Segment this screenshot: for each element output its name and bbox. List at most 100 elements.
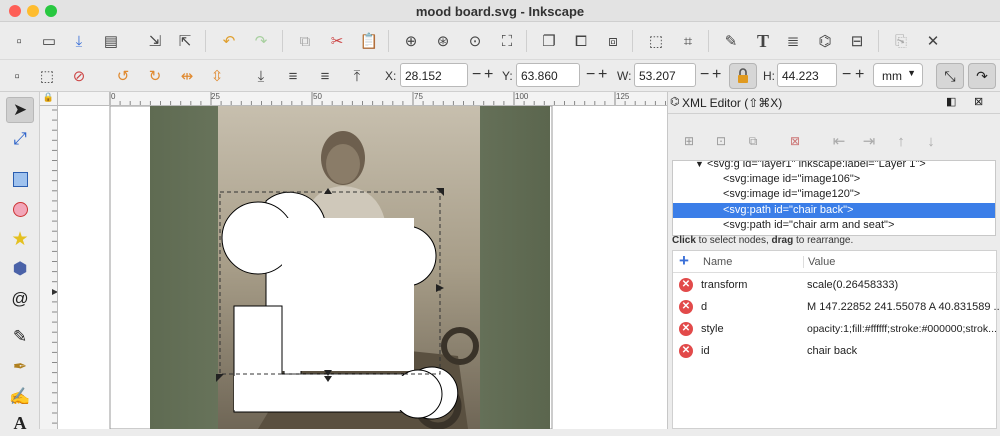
panel-menu-icon[interactable]: ◧ [946, 95, 956, 108]
panel-close-icon[interactable]: ⊠ [974, 95, 983, 108]
raise-icon[interactable]: ≡ [314, 65, 336, 87]
remove-attribute-icon[interactable]: ✕ [679, 278, 693, 292]
xml-node-image106[interactable]: <svg:image id="image106"> [723, 173, 860, 185]
redo-icon[interactable]: ↷ [250, 30, 272, 52]
remove-attribute-icon[interactable]: ✕ [679, 300, 693, 314]
document-properties-icon[interactable]: ✕ [922, 30, 944, 52]
rotate-cw-icon[interactable]: ↻ [144, 65, 166, 87]
text-tool-icon[interactable]: A [6, 410, 34, 436]
delete-node-icon[interactable]: ⊠ [784, 130, 806, 152]
rectangle-tool-icon[interactable] [6, 166, 34, 192]
xml-node-image120[interactable]: <svg:image id="image120"> [723, 188, 860, 200]
xml-node-chair-arm-and-seat[interactable]: <svg:path id="chair arm and seat"> [723, 219, 894, 231]
x-increment-button[interactable]: + [484, 67, 493, 83]
import-icon[interactable]: ⇲ [144, 30, 166, 52]
attribute-value[interactable]: M 147.22852 241.55078 A 40.831589 ... [807, 301, 1000, 313]
lower-icon[interactable]: ≡ [282, 65, 304, 87]
clone-icon[interactable]: ⧠ [570, 30, 592, 52]
raise-to-top-icon[interactable]: ⤒ [346, 65, 368, 87]
zoom-selection-icon[interactable]: ⊕ [400, 30, 422, 52]
new-element-node-icon[interactable]: ⊞ [678, 130, 700, 152]
xml-node-chair-back[interactable]: <svg:path id="chair back"> [723, 204, 853, 216]
rotate-ccw-icon[interactable]: ↺ [112, 65, 134, 87]
ellipse-tool-icon[interactable] [6, 196, 34, 222]
attribute-value[interactable]: chair back [807, 345, 857, 357]
x-input[interactable]: 28.152 [400, 63, 468, 87]
w-increment-button[interactable]: + [712, 67, 721, 83]
duplicate-node-icon[interactable]: ⧉ [742, 130, 764, 152]
fill-stroke-icon[interactable]: ✎ [720, 30, 742, 52]
w-decrement-button[interactable]: − [700, 67, 709, 83]
lower-to-bottom-icon[interactable]: ⤓ [250, 65, 272, 87]
add-attribute-icon[interactable]: + [679, 251, 689, 271]
node-tool-icon[interactable]: ⤢ [6, 126, 34, 152]
remove-attribute-icon[interactable]: ✕ [679, 322, 693, 336]
xml-node-layer1[interactable]: <svg:g id="layer1" inkscape:label="Layer… [707, 161, 926, 170]
select-all-layers-icon[interactable]: ⬚ [36, 65, 58, 87]
y-decrement-button[interactable]: − [586, 67, 595, 83]
x-decrement-button[interactable]: − [472, 67, 481, 83]
attribute-value[interactable]: opacity:1;fill:#ffffff;stroke:#000000;st… [807, 323, 997, 335]
attribute-row-d[interactable]: ✕ d M 147.22852 241.55078 A 40.831589 ..… [673, 297, 1000, 319]
copy-icon[interactable]: ⧉ [294, 30, 316, 52]
attribute-value[interactable]: scale(0.26458333) [807, 279, 898, 291]
lock-proportions-button[interactable] [729, 63, 757, 89]
group-icon[interactable]: ⬚ [645, 30, 667, 52]
unit-select[interactable]: mm ▼ [873, 63, 923, 87]
preferences-icon[interactable]: ⎘ [890, 30, 912, 52]
spiral-tool-icon[interactable]: @ [6, 286, 34, 312]
xml-node-tree[interactable]: ▼ <svg:g id="layer1" inkscape:label="Lay… [672, 160, 996, 236]
indent-node-icon[interactable]: ⇥ [858, 130, 880, 152]
select-all-icon[interactable]: ▫ [6, 65, 28, 87]
raise-node-icon[interactable]: ↑ [890, 130, 912, 152]
export-icon[interactable]: ⇱ [174, 30, 196, 52]
text-icon[interactable]: T [752, 30, 774, 52]
undo-icon[interactable]: ↶ [218, 30, 240, 52]
expand-triangle-icon[interactable]: ▼ [695, 161, 704, 169]
scale-corners-toggle[interactable]: ↷ [968, 63, 996, 89]
deselect-icon[interactable]: ⊘ [68, 65, 90, 87]
zoom-page-icon[interactable]: ⊙ [464, 30, 486, 52]
xml-editor-icon[interactable]: ⌬ [814, 30, 836, 52]
attribute-row-id[interactable]: ✕ id chair back [673, 341, 998, 363]
zoom-fit-icon[interactable]: ⛶ [496, 30, 518, 52]
h-input[interactable]: 44.223 [777, 63, 837, 87]
zoom-drawing-icon[interactable]: ⊛ [432, 30, 454, 52]
title-bar: mood board.svg - Inkscape [0, 0, 1000, 22]
pencil-tool-icon[interactable]: ✎ [6, 324, 34, 350]
ungroup-icon[interactable]: ⌗ [677, 30, 699, 52]
pen-tool-icon[interactable]: ✒ [6, 354, 34, 380]
unindent-node-icon[interactable]: ⇤ [828, 130, 850, 152]
lower-node-icon[interactable]: ↓ [920, 130, 942, 152]
scale-stroke-toggle[interactable]: ⤡ [936, 63, 964, 89]
flip-horizontal-icon[interactable]: ⇹ [176, 65, 198, 87]
paste-icon[interactable]: 📋 [358, 30, 380, 52]
cut-icon[interactable]: ✂ [326, 30, 348, 52]
h-increment-button[interactable]: + [855, 67, 864, 83]
star-tool-icon[interactable]: ★ [6, 226, 34, 252]
canvas[interactable] [58, 106, 667, 429]
calligraphy-tool-icon[interactable]: ✍ [6, 384, 34, 410]
align-icon[interactable]: ⊟ [846, 30, 868, 52]
ruler-corner[interactable]: 🔒 [40, 92, 58, 106]
new-text-node-icon[interactable]: ⊡ [710, 130, 732, 152]
attribute-row-style[interactable]: ✕ style opacity:1;fill:#ffffff;stroke:#0… [673, 319, 998, 341]
h-decrement-button[interactable]: − [842, 67, 851, 83]
selector-tool-icon[interactable]: ➤ [6, 97, 34, 123]
w-input[interactable]: 53.207 [634, 63, 696, 87]
flip-vertical-icon[interactable]: ⇳ [206, 65, 228, 87]
layers-icon[interactable]: ≣ [782, 30, 804, 52]
new-document-icon[interactable]: ▫ [8, 30, 30, 52]
remove-attribute-icon[interactable]: ✕ [679, 344, 693, 358]
y-increment-button[interactable]: + [598, 67, 607, 83]
attribute-row-transform[interactable]: ✕ transform scale(0.26458333) [673, 275, 998, 297]
y-input[interactable]: 63.860 [516, 63, 580, 87]
duplicate-icon[interactable]: ❐ [538, 30, 560, 52]
horizontal-ruler[interactable]: 0 25 50 75 100 125 [58, 92, 667, 106]
save-icon[interactable]: ⤓ [68, 30, 90, 52]
print-icon[interactable]: ▤ [100, 30, 122, 52]
vertical-ruler[interactable] [40, 106, 58, 429]
3d-box-tool-icon[interactable]: ⬢ [6, 256, 34, 282]
unlink-clone-icon[interactable]: ⧈ [602, 30, 624, 52]
open-icon[interactable]: ▭ [38, 30, 60, 52]
